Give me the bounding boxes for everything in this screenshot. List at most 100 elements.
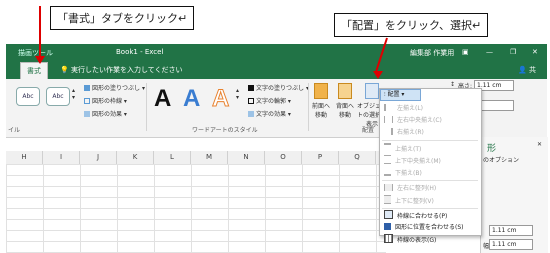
align-button[interactable]: ⫶ 配置 ▾ — [380, 89, 421, 101]
group-arrange: 配置 — [362, 127, 375, 134]
text-outline-label: 文字の輪郭 — [256, 98, 287, 105]
shape-fill-button[interactable]: 図形の塗りつぶし ▾ — [84, 83, 145, 92]
menu-align-middle[interactable]: 上下中央揃え(M) — [384, 155, 441, 166]
column-header[interactable]: L — [154, 151, 191, 164]
person-icon: 👤 — [518, 66, 527, 74]
menu-distribute-horizontal[interactable]: 左右に整列(H) — [384, 183, 436, 194]
menu-align-center[interactable]: 左右中央揃え(C) — [384, 115, 442, 126]
menu-label: 左右中央揃え(C) — [397, 117, 442, 124]
bring-forward-label: 前面へ移動 — [311, 103, 330, 119]
distribute-horizontal-icon — [384, 184, 393, 191]
tab-format[interactable]: 書式 — [20, 62, 48, 80]
shape-effects-button[interactable]: 図形の効果 ▾ — [84, 109, 127, 118]
pane-height-input[interactable]: 1.11 cm — [489, 225, 533, 236]
column-header[interactable]: I — [43, 151, 80, 164]
divider — [308, 83, 309, 131]
menu-label: 左揃え(L) — [397, 105, 424, 112]
tell-me-text: 実行したい作業を入力してください — [70, 66, 183, 74]
bring-forward-button[interactable]: 前面へ移動 — [310, 83, 332, 119]
menu-view-gridlines[interactable]: 枠線の表示(G) — [384, 234, 436, 245]
shape-style-1[interactable]: Abc — [16, 87, 40, 106]
more-styles-icon[interactable]: ▴ ▾ — [72, 87, 75, 101]
ribbon-display-icon[interactable]: ▣ — [462, 48, 469, 56]
divider — [146, 83, 147, 131]
menu-label: 下揃え(B) — [395, 170, 422, 177]
menu-label: 上下に整列(V) — [395, 198, 434, 205]
height-icon: ↕ — [450, 81, 456, 88]
text-outline-button[interactable]: 文字の輪郭 ▾ — [248, 96, 291, 105]
menu-label: 左右に整列(H) — [397, 185, 437, 192]
align-middle-icon — [384, 155, 391, 164]
column-header[interactable]: J — [80, 151, 117, 164]
shape-fill-label: 図形の塗りつぶし — [92, 85, 141, 92]
wordart-more-icon[interactable]: ▴ ▾ — [236, 87, 239, 101]
menu-align-top[interactable]: 上揃え(T) — [384, 143, 421, 154]
menu-label: 図形に位置を合わせる(S) — [395, 224, 464, 231]
cell-grid[interactable] — [6, 164, 386, 253]
align-left-icon — [384, 104, 393, 111]
align-bottom-icon — [384, 167, 391, 176]
shape-outline-label: 図形の枠線 — [92, 98, 123, 105]
window-title: Book1 - Excel — [116, 48, 164, 56]
format-shape-pane: 形 ✕ のオプション 1.11 cm 幅(D) 1.11 cm — [480, 137, 548, 253]
send-backward-label: 背面へ移動 — [335, 103, 354, 119]
shape-style-2[interactable]: Abc — [46, 87, 70, 106]
format-tab-callout: 「書式」タブをクリック↵ — [50, 6, 195, 30]
text-effects-button[interactable]: 文字の効果 ▾ — [248, 109, 291, 118]
share-button[interactable]: 👤 共有 — [512, 62, 547, 91]
menu-label: 右揃え(R) — [397, 129, 424, 136]
pane-title: 形 — [487, 144, 497, 154]
snap-shape-icon — [384, 223, 391, 230]
send-backward-button[interactable]: 背面へ移動 — [334, 83, 356, 119]
menu-align-right[interactable]: 右揃え(R) — [384, 127, 424, 138]
tab-bar: 書式 💡 実行したい作業を入力してください 👤 共有 — [6, 62, 547, 91]
distribute-vertical-icon — [384, 195, 391, 204]
minimize-icon[interactable]: — — [486, 48, 493, 56]
tell-me-search[interactable]: 💡 実行したい作業を入力してください — [54, 62, 189, 79]
column-header[interactable]: P — [302, 151, 339, 164]
wordart-style-3[interactable]: A — [211, 85, 229, 113]
column-header[interactable]: K — [117, 151, 154, 164]
menu-label: 枠線に合わせる(P) — [397, 213, 448, 220]
wordart-style-2[interactable]: A — [183, 85, 200, 113]
menu-separator — [382, 180, 478, 181]
pane-options-tab[interactable]: のオプション — [483, 155, 519, 164]
lightbulb-icon: 💡 — [60, 66, 69, 74]
shape-outline-button[interactable]: 図形の枠線 ▾ — [84, 96, 127, 105]
group-shape-styles: イル — [8, 127, 21, 134]
column-header[interactable]: N — [228, 151, 265, 164]
callout-arrowhead — [373, 71, 383, 79]
pane-close-icon[interactable]: ✕ — [537, 141, 542, 148]
menu-separator — [382, 140, 478, 141]
wordart-style-1[interactable]: A — [154, 85, 171, 113]
menu-distribute-vertical[interactable]: 上下に整列(V) — [384, 195, 434, 206]
menu-align-left[interactable]: 左揃え(L) — [384, 103, 423, 114]
menu-snap-to-shape[interactable]: 図形に位置を合わせる(S) — [384, 222, 464, 233]
text-fill-icon — [248, 85, 254, 91]
align-top-icon — [384, 143, 391, 152]
menu-align-bottom[interactable]: 下揃え(B) — [384, 167, 422, 178]
align-icon: ⫶ — [384, 91, 386, 98]
callout-arrow — [39, 6, 41, 58]
text-effects-icon — [248, 111, 254, 117]
pane-width-input[interactable]: 1.11 cm — [489, 239, 533, 250]
close-icon[interactable]: ✕ — [532, 48, 538, 56]
menu-snap-to-grid[interactable]: 枠線に合わせる(P) — [384, 210, 447, 221]
column-header[interactable]: M — [191, 151, 228, 164]
align-dropdown-menu: ⫶ 配置 ▾ 左揃え(L) 左右中央揃え(C) 右揃え(R) 上揃え(T) 上下… — [379, 88, 482, 244]
gridlines-icon — [384, 234, 393, 243]
align-right-icon — [384, 128, 393, 135]
snap-grid-icon — [384, 210, 393, 219]
text-fill-button[interactable]: 文字の塗りつぶし ▾ — [248, 83, 309, 92]
shape-effects-label: 図形の効果 — [92, 111, 123, 118]
text-fill-label: 文字の塗りつぶし — [256, 85, 305, 92]
column-header[interactable]: O — [265, 151, 302, 164]
align-center-icon — [384, 116, 393, 123]
align-label: 配置 — [387, 91, 400, 98]
restore-icon[interactable]: ❐ — [510, 48, 516, 56]
column-header[interactable]: Q — [339, 151, 376, 164]
user-name: 編集部 作業用 — [410, 49, 455, 57]
column-header[interactable]: H — [6, 151, 43, 164]
text-outline-icon — [248, 98, 254, 104]
effects-icon — [84, 111, 90, 117]
